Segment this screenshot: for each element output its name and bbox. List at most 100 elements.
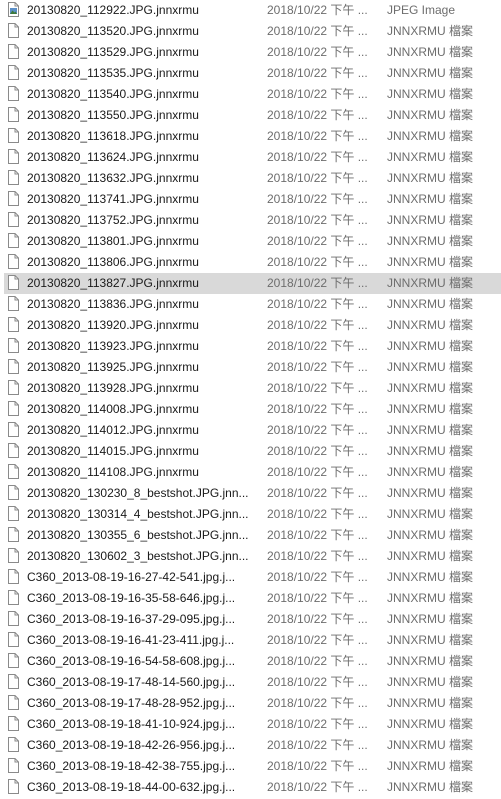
file-date: 2018/10/22 下午 ... <box>267 66 368 80</box>
file-row[interactable]: 20130820_130355_6_bestshot.JPG.jnn... 20… <box>0 525 501 546</box>
blank-file-icon <box>8 128 19 143</box>
file-type: JNNXRMU 檔案 <box>387 66 473 80</box>
blank-file-icon <box>8 443 19 458</box>
file-row[interactable]: 20130820_130314_4_bestshot.JPG.jnn... 20… <box>0 504 501 525</box>
file-row[interactable]: 20130820_113923.JPG.jnnxrmu 2018/10/22 下… <box>0 336 501 357</box>
file-type: JNNXRMU 檔案 <box>387 276 473 290</box>
file-name: C360_2013-08-19-16-27-42-541.jpg.j... <box>27 570 236 584</box>
file-type: JNNXRMU 檔案 <box>387 444 473 458</box>
file-date: 2018/10/22 下午 ... <box>267 465 368 479</box>
file-name: C360_2013-08-19-18-42-26-956.jpg.j... <box>27 738 236 752</box>
file-name: 20130820_113529.JPG.jnnxrmu <box>27 45 199 59</box>
file-row[interactable]: 20130820_113752.JPG.jnnxrmu 2018/10/22 下… <box>0 210 501 231</box>
file-name: 20130820_113827.JPG.jnnxrmu <box>27 276 199 290</box>
file-date: 2018/10/22 下午 ... <box>267 654 368 668</box>
file-date: 2018/10/22 下午 ... <box>267 444 368 458</box>
file-row[interactable]: C360_2013-08-19-18-42-38-755.jpg.j... 20… <box>0 756 501 777</box>
file-date: 2018/10/22 下午 ... <box>267 276 368 290</box>
file-row[interactable]: 20130820_113632.JPG.jnnxrmu 2018/10/22 下… <box>0 168 501 189</box>
file-row[interactable]: 20130820_113624.JPG.jnnxrmu 2018/10/22 下… <box>0 147 501 168</box>
file-date: 2018/10/22 下午 ... <box>267 738 368 752</box>
file-name: 20130820_113923.JPG.jnnxrmu <box>27 339 199 353</box>
blank-file-icon <box>8 737 19 752</box>
file-type: JNNXRMU 檔案 <box>387 150 473 164</box>
blank-file-icon <box>8 296 19 311</box>
file-type: JNNXRMU 檔案 <box>387 45 473 59</box>
file-row[interactable]: 20130820_130230_8_bestshot.JPG.jnn... 20… <box>0 483 501 504</box>
file-date: 2018/10/22 下午 ... <box>267 129 368 143</box>
blank-file-icon <box>8 464 19 479</box>
file-type: JNNXRMU 檔案 <box>387 528 473 542</box>
file-type: JNNXRMU 檔案 <box>387 213 473 227</box>
file-date: 2018/10/22 下午 ... <box>267 381 368 395</box>
blank-file-icon <box>8 695 19 710</box>
file-row[interactable]: 20130820_114012.JPG.jnnxrmu 2018/10/22 下… <box>0 420 501 441</box>
file-name: 20130820_130314_4_bestshot.JPG.jnn... <box>27 507 249 521</box>
file-type: JNNXRMU 檔案 <box>387 24 473 38</box>
file-row[interactable]: 20130820_113806.JPG.jnnxrmu 2018/10/22 下… <box>0 252 501 273</box>
file-row[interactable]: C360_2013-08-19-18-41-10-924.jpg.j... 20… <box>0 714 501 735</box>
file-row[interactable]: 20130820_113741.JPG.jnnxrmu 2018/10/22 下… <box>0 189 501 210</box>
blank-file-icon <box>8 779 19 794</box>
blank-file-icon <box>8 191 19 206</box>
blank-file-icon <box>8 254 19 269</box>
file-row[interactable]: C360_2013-08-19-18-44-00-632.jpg.j... 20… <box>0 777 501 798</box>
file-row[interactable]: C360_2013-08-19-18-42-26-956.jpg.j... 20… <box>0 735 501 756</box>
file-name: 20130820_113540.JPG.jnnxrmu <box>27 87 199 101</box>
blank-file-icon <box>8 611 19 626</box>
file-name: 20130820_130355_6_bestshot.JPG.jnn... <box>27 528 249 542</box>
file-row[interactable]: C360_2013-08-19-17-48-14-560.jpg.j... 20… <box>0 672 501 693</box>
blank-file-icon <box>8 674 19 689</box>
file-name: 20130820_113925.JPG.jnnxrmu <box>27 360 199 374</box>
blank-file-icon <box>8 716 19 731</box>
file-name: C360_2013-08-19-16-41-23-411.jpg.j... <box>27 633 235 647</box>
file-row[interactable]: 20130820_113618.JPG.jnnxrmu 2018/10/22 下… <box>0 126 501 147</box>
file-row[interactable]: 20130820_114108.JPG.jnnxrmu 2018/10/22 下… <box>0 462 501 483</box>
file-row[interactable]: 20130820_114015.JPG.jnnxrmu 2018/10/22 下… <box>0 441 501 462</box>
file-name: 20130820_113928.JPG.jnnxrmu <box>27 381 199 395</box>
file-type: JNNXRMU 檔案 <box>387 423 473 437</box>
file-row[interactable]: 20130820_113925.JPG.jnnxrmu 2018/10/22 下… <box>0 357 501 378</box>
file-name: 20130820_113520.JPG.jnnxrmu <box>27 24 199 38</box>
file-type: JNNXRMU 檔案 <box>387 360 473 374</box>
file-row[interactable]: 20130820_113801.JPG.jnnxrmu 2018/10/22 下… <box>0 231 501 252</box>
file-row[interactable]: 20130820_113550.JPG.jnnxrmu 2018/10/22 下… <box>0 105 501 126</box>
file-type: JNNXRMU 檔案 <box>387 654 473 668</box>
blank-file-icon <box>8 632 19 647</box>
file-date: 2018/10/22 下午 ... <box>267 486 368 500</box>
file-type: JNNXRMU 檔案 <box>387 486 473 500</box>
file-row[interactable]: 20130820_113928.JPG.jnnxrmu 2018/10/22 下… <box>0 378 501 399</box>
file-type: JNNXRMU 檔案 <box>387 465 473 479</box>
file-row[interactable]: 20130820_113836.JPG.jnnxrmu 2018/10/22 下… <box>0 294 501 315</box>
file-date: 2018/10/22 下午 ... <box>267 171 368 185</box>
file-type: JNNXRMU 檔案 <box>387 717 473 731</box>
blank-file-icon <box>8 506 19 521</box>
file-row[interactable]: C360_2013-08-19-17-48-28-952.jpg.j... 20… <box>0 693 501 714</box>
file-row[interactable]: 20130820_114008.JPG.jnnxrmu 2018/10/22 下… <box>0 399 501 420</box>
file-row[interactable]: 20130820_112922.JPG.jnnxrmu 2018/10/22 下… <box>0 0 501 21</box>
file-type: JNNXRMU 檔案 <box>387 738 473 752</box>
file-date: 2018/10/22 下午 ... <box>267 339 368 353</box>
file-row[interactable]: C360_2013-08-19-16-54-58-608.jpg.j... 20… <box>0 651 501 672</box>
file-type: JNNXRMU 檔案 <box>387 402 473 416</box>
file-row[interactable]: C360_2013-08-19-16-27-42-541.jpg.j... 20… <box>0 567 501 588</box>
file-type: JNNXRMU 檔案 <box>387 108 473 122</box>
file-row[interactable]: 20130820_113920.JPG.jnnxrmu 2018/10/22 下… <box>0 315 501 336</box>
blank-file-icon <box>8 569 19 584</box>
file-list[interactable]: 20130820_112922.JPG.jnnxrmu 2018/10/22 下… <box>0 0 501 799</box>
file-row[interactable]: 20130820_113535.JPG.jnnxrmu 2018/10/22 下… <box>0 63 501 84</box>
file-row[interactable]: 20130820_113520.JPG.jnnxrmu 2018/10/22 下… <box>0 21 501 42</box>
file-name: 20130820_114012.JPG.jnnxrmu <box>27 423 199 437</box>
file-row[interactable]: 20130820_113540.JPG.jnnxrmu 2018/10/22 下… <box>0 84 501 105</box>
file-row[interactable]: 20130820_113827.JPG.jnnxrmu 2018/10/22 下… <box>4 273 501 294</box>
file-row[interactable]: C360_2013-08-19-16-37-29-095.jpg.j... 20… <box>0 609 501 630</box>
file-type: JNNXRMU 檔案 <box>387 570 473 584</box>
file-date: 2018/10/22 下午 ... <box>267 696 368 710</box>
file-name: C360_2013-08-19-16-37-29-095.jpg.j... <box>27 612 236 626</box>
blank-file-icon <box>8 317 19 332</box>
file-row[interactable]: 20130820_113529.JPG.jnnxrmu 2018/10/22 下… <box>0 42 501 63</box>
file-date: 2018/10/22 下午 ... <box>267 675 368 689</box>
file-row[interactable]: C360_2013-08-19-16-35-58-646.jpg.j... 20… <box>0 588 501 609</box>
file-row[interactable]: C360_2013-08-19-16-41-23-411.jpg.j... 20… <box>0 630 501 651</box>
file-row[interactable]: 20130820_130602_3_bestshot.JPG.jnn... 20… <box>0 546 501 567</box>
